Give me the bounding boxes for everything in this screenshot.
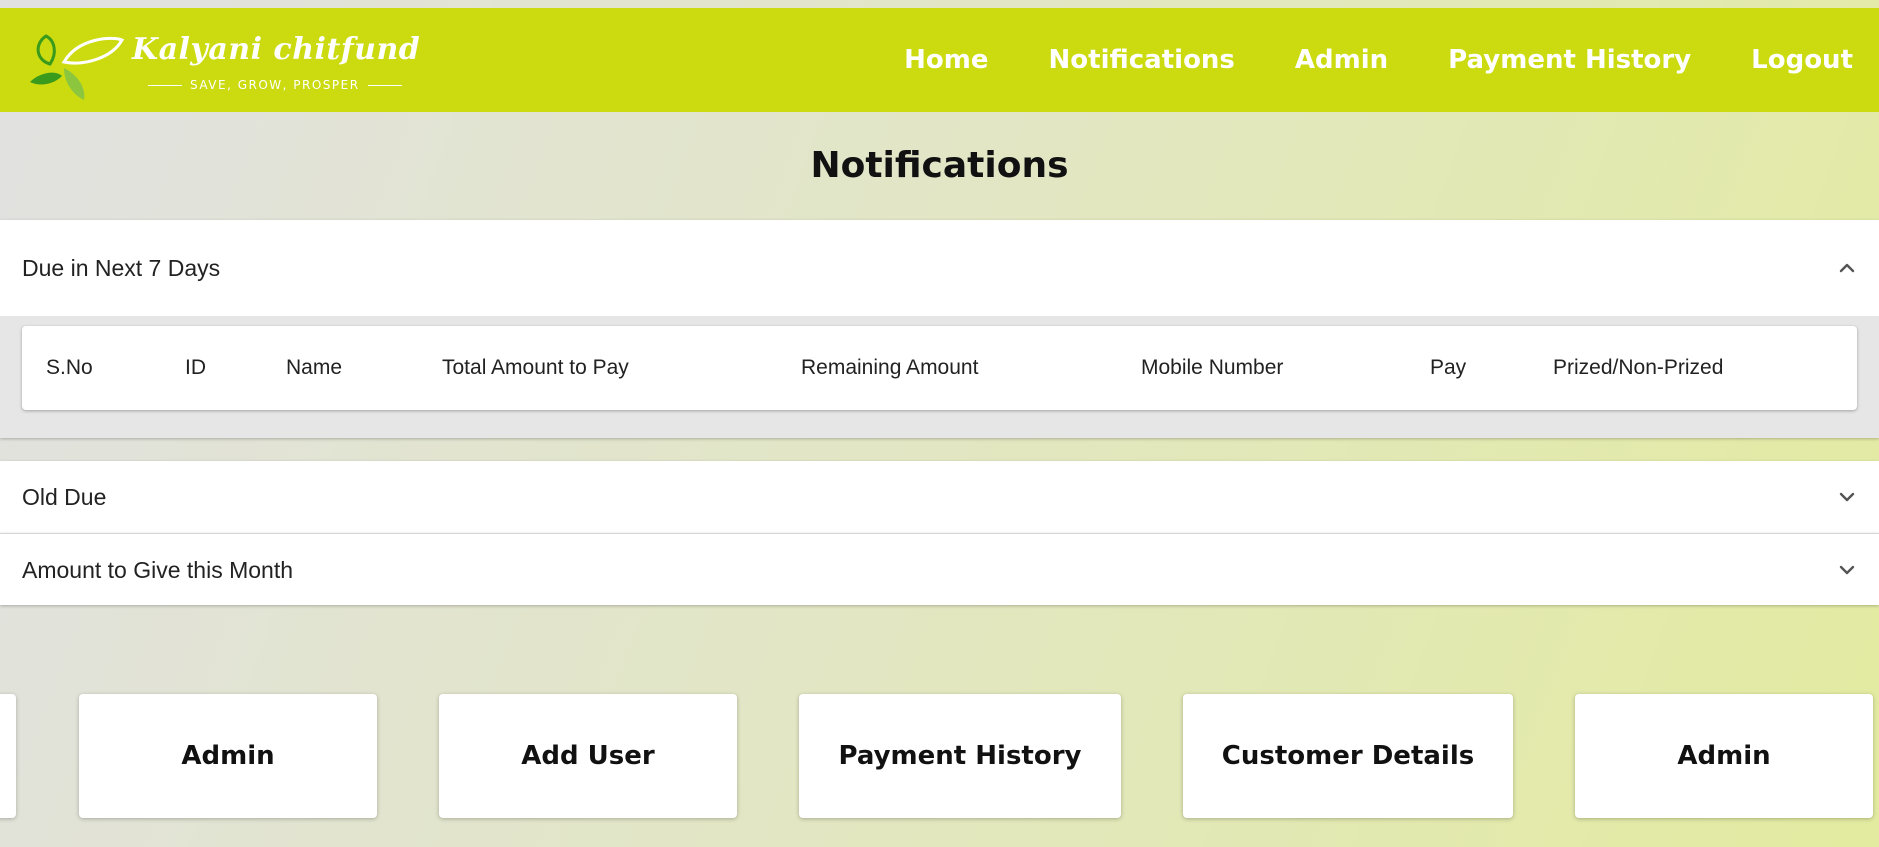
brand-tagline-text: SAVE, GROW, PROSPER [190,78,360,92]
nav-links: Home Notifications Admin Payment History… [844,8,1853,112]
column-header-mobile-number: Mobile Number [1141,356,1284,379]
tagline-rule-right [367,84,402,86]
accordion-body-due-next-7-days: S.No ID Name Total Amount to Pay Remaini… [0,316,1879,438]
page-title: Notifications [810,145,1069,186]
card-admin[interactable]: Admin [79,694,377,818]
column-header-total-amount: Total Amount to Pay [442,356,629,379]
chevron-down-icon[interactable] [1837,560,1857,580]
card-add-user[interactable]: Add User [439,694,737,818]
card-admin-2[interactable]: Admin [1575,694,1873,818]
column-header-sno: S.No [46,356,93,379]
navbar: Kalyani chitfund SAVE, GROW, PROSPER Hom… [0,8,1879,112]
column-header-remaining-amount: Remaining Amount [801,356,979,379]
brand-tagline: SAVE, GROW, PROSPER [140,78,410,92]
card-customer-details[interactable]: Customer Details [1183,694,1513,818]
column-header-id: ID [185,356,206,379]
accordion-due-next-7-days: Due in Next 7 Days S.No ID Name Total Am… [0,220,1879,438]
due-table: S.No ID Name Total Amount to Pay Remaini… [22,326,1857,410]
accordion-title: Due in Next 7 Days [22,254,221,281]
chevron-down-icon[interactable] [1837,487,1857,507]
accordion-title: Old Due [22,483,107,510]
accordion-header-old-due[interactable]: Old Due [0,461,1879,533]
card-partial[interactable] [0,694,16,818]
column-header-prized: Prized/Non-Prized [1553,356,1724,379]
nav-logout[interactable]: Logout [1751,45,1853,75]
brand-logo[interactable]: Kalyani chitfund SAVE, GROW, PROSPER [28,24,420,100]
leaf-logo-icon [30,34,125,100]
nav-admin[interactable]: Admin [1295,45,1388,75]
card-payment-history[interactable]: Payment History [799,694,1121,818]
accordion-amount-to-give: Amount to Give this Month [0,533,1879,605]
accordion-old-due: Old Due [0,461,1879,533]
accordion-header-due-next-7-days[interactable]: Due in Next 7 Days [0,220,1879,316]
nav-payment-history[interactable]: Payment History [1448,45,1691,75]
accordion-title: Amount to Give this Month [22,556,294,583]
column-header-name: Name [286,356,343,379]
accordion-header-amount-to-give[interactable]: Amount to Give this Month [0,534,1879,606]
brand-name: Kalyani chitfund [132,32,421,67]
tagline-rule-left [148,84,182,86]
chevron-up-icon[interactable] [1837,258,1857,278]
nav-home[interactable]: Home [904,45,988,75]
column-header-pay: Pay [1430,356,1467,379]
nav-notifications[interactable]: Notifications [1049,45,1235,75]
quick-action-cards: Admin Add User Payment History Customer … [0,694,1879,818]
